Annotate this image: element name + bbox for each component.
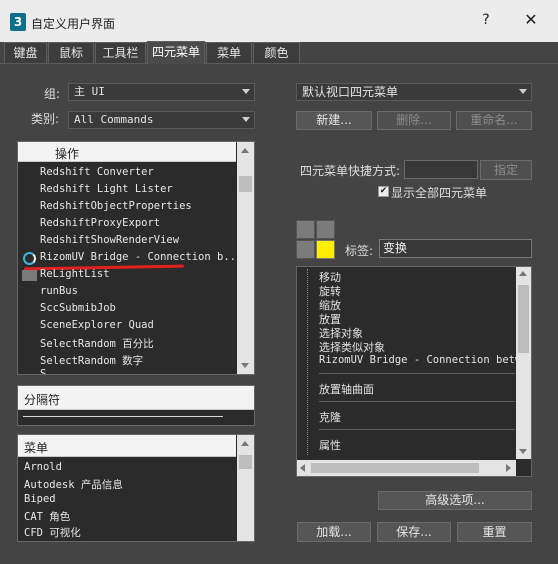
action-item[interactable]: SelectRandom 数字 — [40, 353, 143, 368]
tab-keyboard[interactable]: 键盘 — [4, 42, 47, 63]
quad-selector-bottom-left[interactable] — [296, 240, 315, 259]
action-item[interactable]: runBus — [40, 285, 78, 297]
quad-menu-dropdown[interactable]: 默认视口四元菜单 — [296, 83, 532, 101]
action-item[interactable]: RedshiftProxyExport — [40, 217, 160, 229]
action-item[interactable]: RedshiftShowRenderView — [40, 234, 179, 246]
actions-list[interactable]: 操作 Redshift Converter Redshift Light Lis… — [17, 141, 255, 375]
quad-item-clone[interactable]: 克隆 — [319, 409, 341, 425]
menu-item[interactable]: Arnold — [24, 461, 62, 473]
quad-item-properties[interactable]: 属性 — [319, 437, 341, 453]
tab-quad-menus[interactable]: 四元菜单 — [147, 41, 205, 64]
rename-button[interactable]: 重命名... — [456, 111, 532, 130]
quad-separator — [319, 401, 515, 402]
quad-separator — [319, 373, 515, 374]
scroll-thumb[interactable] — [311, 463, 479, 473]
load-button[interactable]: 加载... — [297, 522, 371, 542]
action-item[interactable]: ReLightList — [40, 268, 110, 280]
scroll-thumb[interactable] — [518, 285, 529, 353]
tab-mouse[interactable]: 鼠标 — [48, 42, 94, 63]
group-value: 主 UI — [74, 85, 105, 98]
reset-button[interactable]: 重置 — [457, 522, 532, 542]
show-all-checkbox[interactable]: ✔ — [378, 186, 389, 197]
quad-item-place-pivot-surface[interactable]: 放置轴曲面 — [319, 381, 374, 397]
menus-header-label: 菜单 — [24, 441, 49, 455]
save-button[interactable]: 保存... — [377, 522, 451, 542]
app-3dsmax-icon: 3 — [10, 13, 26, 31]
scroll-thumb[interactable] — [239, 176, 252, 192]
action-item[interactable]: SccSubmibJob — [40, 302, 116, 314]
action-item[interactable]: Redshift Light Lister — [40, 183, 173, 195]
scroll-up-icon[interactable] — [241, 441, 249, 446]
action-item[interactable]: SelectRandom 百分比 — [40, 336, 154, 351]
quad-selector-top-right[interactable] — [316, 220, 335, 239]
separator-list[interactable]: 分隔符 — [17, 385, 255, 426]
action-item[interactable]: S... — [40, 368, 65, 374]
actions-scrollbar[interactable] — [237, 142, 254, 374]
scroll-down-icon[interactable] — [241, 363, 249, 368]
scroll-up-icon[interactable] — [519, 271, 527, 276]
window-title: 自定义用户界面 — [31, 17, 116, 31]
category-label: 类别: — [31, 112, 60, 126]
menu-item[interactable]: Autodesk 产品信息 — [24, 477, 123, 492]
quad-menu-tree[interactable]: 移动 旋转 缩放 放置 选择对象 选择类似对象 RizomUV Bridge -… — [296, 266, 532, 477]
category-dropdown[interactable]: All Commands — [68, 111, 255, 129]
action-item-rizomuv[interactable]: RizomUV Bridge - Connection b... — [40, 251, 242, 263]
show-all-label: 显示全部四元菜单 — [391, 186, 488, 200]
chevron-down-icon — [242, 117, 250, 122]
menu-item[interactable]: Biped — [24, 493, 56, 505]
quad-tree-vscrollbar[interactable] — [516, 267, 531, 459]
chevron-down-icon — [242, 89, 250, 94]
action-item[interactable]: SceneExplorer Quad — [40, 319, 154, 331]
label-input[interactable]: 变换 — [379, 239, 532, 258]
category-value: All Commands — [74, 113, 154, 126]
close-button[interactable]: ✕ — [521, 10, 541, 30]
scroll-left-icon[interactable] — [300, 464, 305, 472]
tab-colors[interactable]: 颜色 — [253, 42, 300, 63]
tab-menus[interactable]: 菜单 — [206, 42, 252, 63]
separator-label: 分隔符 — [24, 393, 61, 407]
action-item[interactable]: Redshift Converter — [40, 166, 154, 178]
scroll-right-icon[interactable] — [506, 464, 511, 472]
rizomuv-icon — [23, 252, 36, 265]
quad-selector-top-left[interactable] — [296, 220, 315, 239]
quad-selector-bottom-right-selected[interactable] — [316, 240, 335, 259]
quad-separator — [319, 429, 515, 430]
shortcut-label: 四元菜单快捷方式: — [300, 164, 401, 178]
new-button[interactable]: 新建... — [296, 111, 372, 130]
menus-list-header[interactable]: 菜单 — [18, 435, 236, 457]
light-icon — [22, 270, 37, 281]
group-dropdown[interactable]: 主 UI — [68, 83, 255, 101]
actions-header-label: 操作 — [55, 147, 80, 161]
separator-item[interactable]: 分隔符 — [18, 386, 254, 410]
label-label: 标签: — [345, 244, 374, 258]
quad-menu-value: 默认视口四元菜单 — [302, 85, 399, 99]
scroll-thumb[interactable] — [239, 455, 252, 469]
delete-button[interactable]: 删除... — [377, 111, 451, 130]
group-label: 组: — [44, 87, 61, 101]
assign-button[interactable]: 指定 — [480, 160, 532, 180]
help-button[interactable]: ? — [479, 12, 493, 30]
actions-list-header[interactable]: 操作 — [18, 142, 236, 162]
shortcut-input[interactable] — [404, 160, 478, 179]
menu-item[interactable]: CFD 可视化 — [24, 525, 81, 540]
tab-toolbars[interactable]: 工具栏 — [95, 42, 146, 63]
chevron-down-icon — [519, 89, 527, 94]
tree-guide-line — [307, 269, 308, 455]
quad-tree-hscrollbar[interactable] — [297, 460, 516, 476]
menu-item[interactable]: CAT 角色 — [24, 509, 70, 524]
quad-item-select-similar[interactable]: 选择类似对象 — [319, 339, 385, 355]
scroll-up-icon[interactable] — [241, 148, 249, 153]
quad-item-rizomuv[interactable]: RizomUV Bridge - Connection betw — [319, 354, 521, 366]
menus-list[interactable]: 菜单 Arnold Autodesk 产品信息 Biped CAT 角色 CFD… — [17, 434, 255, 542]
advanced-options-button[interactable]: 高级选项... — [378, 491, 532, 510]
separator-line — [23, 416, 223, 417]
scroll-down-icon[interactable] — [519, 449, 527, 454]
action-item[interactable]: RedshiftObjectProperties — [40, 200, 192, 212]
menus-scrollbar[interactable] — [237, 435, 254, 541]
